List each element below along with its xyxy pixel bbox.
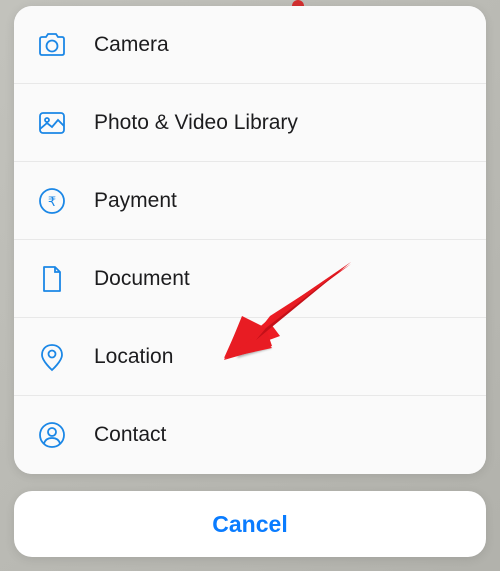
svg-text:₹: ₹ [48,194,56,209]
contact-label: Contact [94,423,166,447]
document-label: Document [94,267,190,291]
document-icon [34,261,70,297]
cancel-button[interactable]: Cancel [14,491,486,557]
photo-icon [34,105,70,141]
action-sheet: Camera Photo & Video Library ₹ Payment [14,6,486,474]
location-icon [34,339,70,375]
photo-library-label: Photo & Video Library [94,111,298,135]
photo-library-button[interactable]: Photo & Video Library [14,84,486,162]
contact-icon [34,417,70,453]
payment-icon: ₹ [34,183,70,219]
document-button[interactable]: Document [14,240,486,318]
camera-label: Camera [94,33,169,57]
camera-button[interactable]: Camera [14,6,486,84]
location-label: Location [94,345,173,369]
cancel-label: Cancel [212,511,287,538]
location-button[interactable]: Location [14,318,486,396]
payment-button[interactable]: ₹ Payment [14,162,486,240]
payment-label: Payment [94,189,177,213]
camera-icon [34,27,70,63]
contact-button[interactable]: Contact [14,396,486,474]
